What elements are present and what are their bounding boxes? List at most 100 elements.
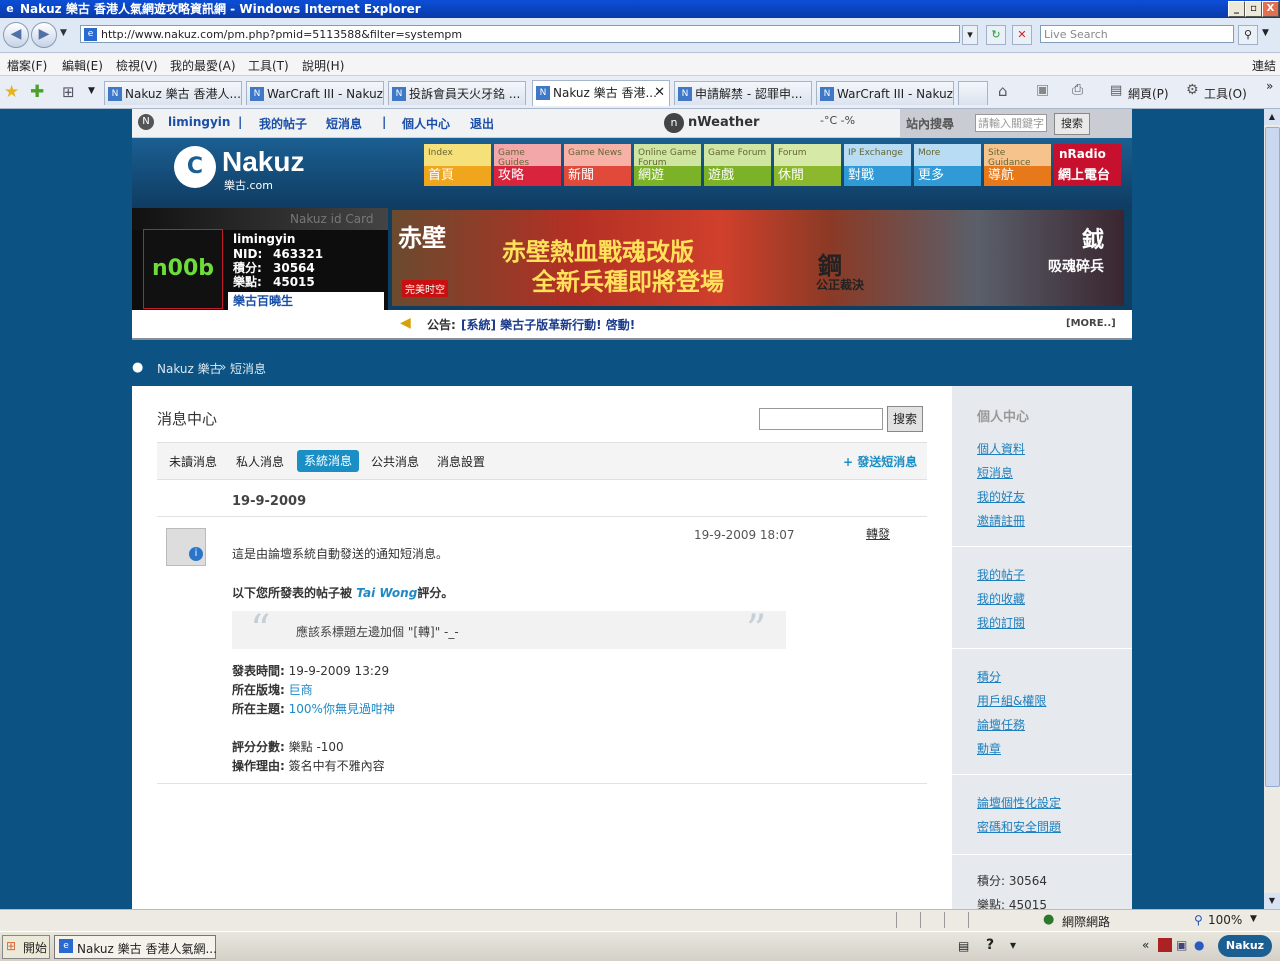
notice-more-link[interactable]: [MORE..] xyxy=(1066,318,1116,329)
tab-settings[interactable]: 消息設置 xyxy=(437,453,485,470)
sidebar-item-favorites[interactable]: 我的收藏 xyxy=(977,590,1025,607)
sidebar-item-personalize[interactable]: 論壇個性化設定 xyxy=(977,794,1061,811)
print-icon[interactable]: ⎙ xyxy=(1072,82,1083,98)
message-search-input[interactable] xyxy=(759,408,883,430)
tab-nakuz-active[interactable]: N Nakuz 樂古 香港... ✕ xyxy=(532,80,670,106)
menu-help[interactable]: 說明(H) xyxy=(302,57,344,74)
menu-favorites[interactable]: 我的最愛(A) xyxy=(170,57,236,74)
scroll-up-icon[interactable]: ▲ xyxy=(1264,109,1280,125)
tab-private[interactable]: 私人消息 xyxy=(236,453,284,470)
back-button[interactable]: ◀ xyxy=(3,22,29,48)
tray-app-icon[interactable] xyxy=(1158,938,1172,952)
history-dropdown-icon[interactable]: ▼ xyxy=(60,28,67,38)
zoom-dropdown-icon[interactable]: ▼ xyxy=(1250,914,1257,924)
sidebar-item-subscriptions[interactable]: 我的訂閱 xyxy=(977,614,1025,631)
scroll-thumb[interactable] xyxy=(1265,127,1280,787)
notice-link[interactable]: [系統] 樂古子版革新行動! 啓動! xyxy=(461,316,635,333)
messenger-icon[interactable]: ● xyxy=(1194,938,1204,952)
breadcrumb-home[interactable]: Nakuz 樂古 xyxy=(157,360,222,377)
tools-menu[interactable]: 工具(O) xyxy=(1204,85,1247,102)
sidebar-item-points[interactable]: 積分 xyxy=(977,668,1001,685)
zoom-level[interactable]: 100% xyxy=(1208,913,1242,927)
nav-item-7[interactable]: More 更多 xyxy=(914,144,981,186)
topic-link[interactable]: 100%你無見過咁神 xyxy=(289,702,395,716)
site-search-input[interactable]: 請輸入關鍵字 xyxy=(975,114,1047,132)
sidebar-item-my-posts[interactable]: 我的帖子 xyxy=(977,566,1025,583)
network-icon[interactable]: ▣ xyxy=(1176,938,1187,952)
menu-file[interactable]: 檔案(F) xyxy=(7,57,47,74)
user-link[interactable]: limingyin xyxy=(168,115,230,129)
sidebar-item-invite[interactable]: 邀請註冊 xyxy=(977,512,1025,529)
menu-view[interactable]: 檢視(V) xyxy=(116,57,158,74)
tab-public[interactable]: 公共消息 xyxy=(371,453,419,470)
tab-close-icon[interactable]: ✕ xyxy=(654,81,665,105)
nav-item-8[interactable]: Site Guidance 導航 xyxy=(984,144,1051,186)
sidebar-item-tasks[interactable]: 論壇任務 xyxy=(977,716,1025,733)
new-tab-button[interactable] xyxy=(958,81,988,105)
rater-link[interactable]: Tai Wong xyxy=(356,586,417,600)
nav-nradio[interactable]: nRadio 網上電台 xyxy=(1054,144,1121,186)
show-hidden-icon[interactable]: « xyxy=(1142,938,1149,952)
maximize-button[interactable]: ▫ xyxy=(1245,1,1262,17)
nav-item-0[interactable]: Index 首頁 xyxy=(424,144,491,186)
live-search-input[interactable]: Live Search xyxy=(1040,25,1234,43)
address-field[interactable]: e http://www.nakuz.com/pm.php?pmid=51135… xyxy=(80,25,960,43)
avatar[interactable]: n00b xyxy=(143,229,223,309)
nakuz-tray-badge[interactable]: Nakuz xyxy=(1218,935,1272,957)
quick-tabs-icon[interactable]: ⊞ xyxy=(62,83,75,101)
sidebar-item-security[interactable]: 密碼和安全問題 xyxy=(977,818,1061,835)
id-username[interactable]: limingyin xyxy=(233,232,295,246)
logout-link[interactable]: 退出 xyxy=(470,115,494,132)
nav-item-4[interactable]: Game Forum 遊戲 xyxy=(704,144,771,186)
tab-nakuz-1[interactable]: N Nakuz 樂古 香港人... xyxy=(104,81,242,105)
tab-appeal[interactable]: N 申請解禁 - 認罪申... xyxy=(674,81,812,105)
search-icon[interactable]: ⚲ xyxy=(1238,25,1258,45)
links-label[interactable]: 連結 xyxy=(1252,57,1276,74)
sidebar-item-medals[interactable]: 勳章 xyxy=(977,740,1001,757)
nav-item-5[interactable]: Forum 休閒 xyxy=(774,144,841,186)
sidebar-item-messages[interactable]: 短消息 xyxy=(977,464,1013,481)
tab-system[interactable]: 系統消息 xyxy=(297,450,359,472)
nakuz-logo-icon[interactable]: C xyxy=(174,146,216,188)
scroll-down-icon[interactable]: ▼ xyxy=(1264,893,1280,909)
start-button[interactable]: ⊞ 開始 xyxy=(2,935,50,959)
favorites-star-icon[interactable]: ★ xyxy=(4,82,19,102)
close-button[interactable]: X xyxy=(1262,1,1279,17)
tab-warcraft-1[interactable]: NWarCraft III - Nakuz ... xyxy=(246,81,384,105)
keyboard-icon[interactable]: ▤ xyxy=(958,939,969,953)
search-options-icon[interactable]: ▼ xyxy=(1262,28,1269,38)
nav-item-2[interactable]: Game News 新聞 xyxy=(564,144,631,186)
tab-complaint[interactable]: N 投訴會員天火牙銘 ... xyxy=(388,81,526,105)
my-posts-link[interactable]: 我的帖子 xyxy=(259,115,307,132)
minimize-button[interactable]: _ xyxy=(1228,1,1245,17)
menu-edit[interactable]: 編輯(E) xyxy=(62,57,103,74)
add-favorite-icon[interactable]: ✚ xyxy=(30,82,44,102)
forward-button[interactable]: ▶ xyxy=(31,22,57,48)
sidebar-item-profile[interactable]: 個人資料 xyxy=(977,440,1025,457)
forward-link[interactable]: 轉發 xyxy=(866,525,890,542)
vertical-scrollbar[interactable]: ▲ ▼ xyxy=(1264,109,1280,909)
message-search-button[interactable]: 搜索 xyxy=(887,406,923,432)
nav-item-1[interactable]: Game Guides 攻略 xyxy=(494,144,561,186)
taskbar-window-button[interactable]: e Nakuz 樂古 香港人氣網... xyxy=(54,935,217,959)
send-message-button[interactable]: + 發送短消息 xyxy=(843,453,917,470)
logo-text[interactable]: Nakuz xyxy=(222,146,304,178)
tab-unread[interactable]: 未讀消息 xyxy=(169,453,217,470)
page-menu[interactable]: 網頁(P) xyxy=(1128,85,1169,102)
menu-tools[interactable]: 工具(T) xyxy=(248,57,289,74)
chevron-icon[interactable]: » xyxy=(1266,79,1273,93)
address-dropdown-icon[interactable]: ▾ xyxy=(962,25,978,45)
home-icon[interactable]: ⌂ xyxy=(998,82,1008,100)
tab-warcraft-2[interactable]: NWarCraft III - Nakuz ... xyxy=(816,81,954,105)
tray-options-icon[interactable]: ▾ xyxy=(1010,938,1016,952)
nav-item-3[interactable]: Online Game Forum 網遊 xyxy=(634,144,701,186)
sidebar-item-friends[interactable]: 我的好友 xyxy=(977,488,1025,505)
tab-list-icon[interactable]: ▼ xyxy=(88,86,95,96)
feeds-icon[interactable]: ▣ xyxy=(1036,82,1049,98)
stop-icon[interactable]: ✕ xyxy=(1012,25,1032,45)
help-icon[interactable]: ? xyxy=(986,937,994,953)
personal-center-link[interactable]: 個人中心 xyxy=(402,115,450,132)
forum-link[interactable]: 巨商 xyxy=(289,683,313,697)
messages-link[interactable]: 短消息 xyxy=(326,115,362,132)
refresh-icon[interactable]: ↻ xyxy=(986,25,1006,45)
